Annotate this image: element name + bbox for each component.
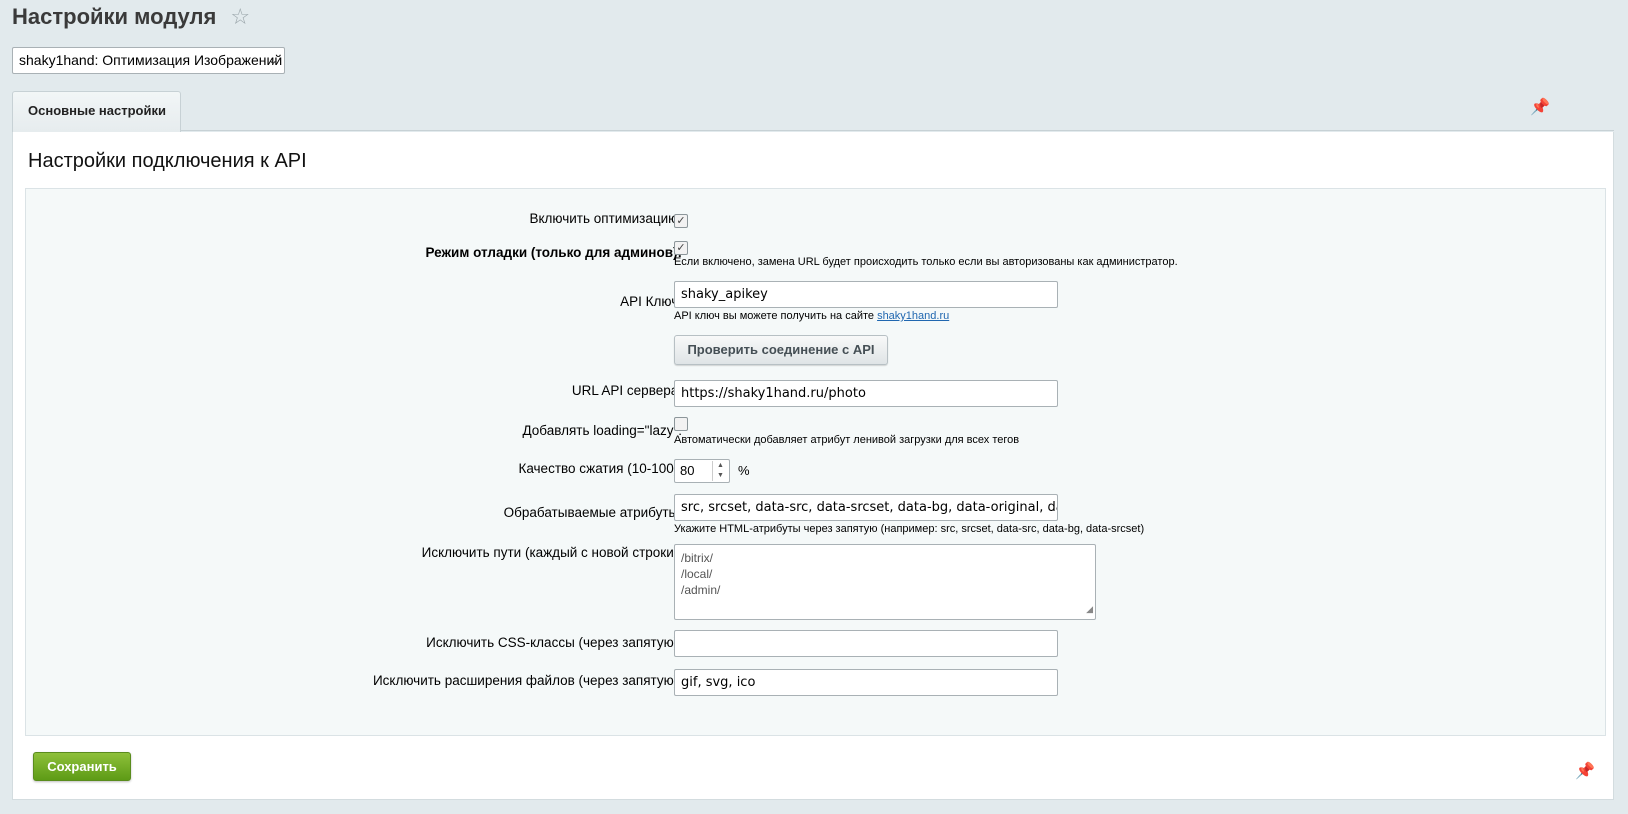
lazy-loading-checkbox[interactable] — [674, 417, 688, 431]
exclude-ext-label: Исключить расширения файлов (через запят… — [372, 673, 682, 688]
api-url-label: URL API сервера: — [571, 383, 682, 398]
section-title: Настройки подключения к API — [28, 150, 307, 172]
exclude-paths-label: Исключить пути (каждый с новой строки): — [421, 545, 682, 560]
settings-card: Настройки подключения к API Включить опт… — [12, 132, 1614, 800]
quality-spinner-icon[interactable]: ▲ ▼ — [712, 461, 728, 481]
api-key-hint-link[interactable]: shaky1hand.ru — [877, 310, 949, 322]
quality-value: 80 — [680, 463, 695, 478]
exclude-path-line: /local/ — [681, 567, 713, 581]
pin-icon[interactable]: 📌 — [1530, 97, 1550, 117]
settings-form: Включить оптимизацию: ✓ Режим отладки (т… — [25, 188, 1606, 736]
exclude-path-line: /admin/ — [681, 583, 721, 597]
lazy-loading-label: Добавлять loading="lazy": — [522, 423, 682, 438]
api-key-label: API Ключ: — [620, 294, 682, 309]
module-select[interactable]: shaky1hand: Оптимизация Изображений ⌄ — [12, 47, 285, 74]
debug-mode-hint: Если включено, замена URL будет происход… — [674, 256, 1178, 268]
star-icon[interactable]: ☆ — [230, 4, 250, 30]
enable-optimization-checkbox[interactable]: ✓ — [674, 214, 688, 228]
tab-bar: Основные настройки — [12, 91, 1614, 132]
lazy-loading-hint: Автоматически добавляет атрибут ленивой … — [674, 434, 1020, 446]
exclude-paths-textarea[interactable]: /bitrix/ /local/ /admin/ ◢ — [674, 544, 1096, 620]
exclude-css-label: Исключить CSS-классы (через запятую): — [426, 635, 682, 650]
exclude-path-line: /bitrix/ — [681, 551, 714, 565]
debug-mode-label: Режим отладки (только для админов): — [425, 245, 682, 260]
pin-icon-bottom[interactable]: 📌 — [1575, 761, 1595, 781]
api-key-hint-text: API ключ вы можете получить на сайте — [674, 310, 878, 322]
quality-input[interactable]: 80 ▲ ▼ — [674, 459, 730, 483]
quality-label: Качество сжатия (10-100): — [518, 461, 682, 476]
quality-unit: % — [738, 463, 750, 478]
page-title-text: Настройки модуля — [12, 4, 217, 29]
api-url-input[interactable]: https://shaky1hand.ru/photo — [674, 380, 1058, 407]
check-api-button[interactable]: Проверить соединение с API — [674, 335, 888, 365]
exclude-css-input[interactable] — [674, 630, 1058, 657]
save-button[interactable]: Сохранить — [33, 752, 131, 781]
page-title: Настройки модуля ☆ — [12, 4, 250, 30]
api-key-hint: API ключ вы можете получить на сайте sha… — [674, 310, 949, 322]
attributes-label: Обрабатываемые атрибуты: — [503, 505, 682, 520]
exclude-ext-input[interactable]: gif, svg, ico — [674, 669, 1058, 696]
chevron-down-icon: ⌄ — [267, 53, 278, 67]
resize-handle-icon[interactable]: ◢ — [1086, 601, 1093, 617]
attributes-hint: Укажите HTML-атрибуты через запятую (нап… — [674, 523, 1145, 535]
api-key-input[interactable]: shaky_apikey — [674, 281, 1058, 308]
enable-optimization-label: Включить оптимизацию: — [529, 211, 682, 226]
tab-main-settings[interactable]: Основные настройки — [12, 91, 181, 132]
module-select-value: shaky1hand: Оптимизация Изображений — [19, 52, 283, 68]
debug-mode-checkbox[interactable]: ✓ — [674, 241, 688, 255]
attributes-input[interactable]: src, srcset, data-src, data-srcset, data… — [674, 494, 1058, 521]
